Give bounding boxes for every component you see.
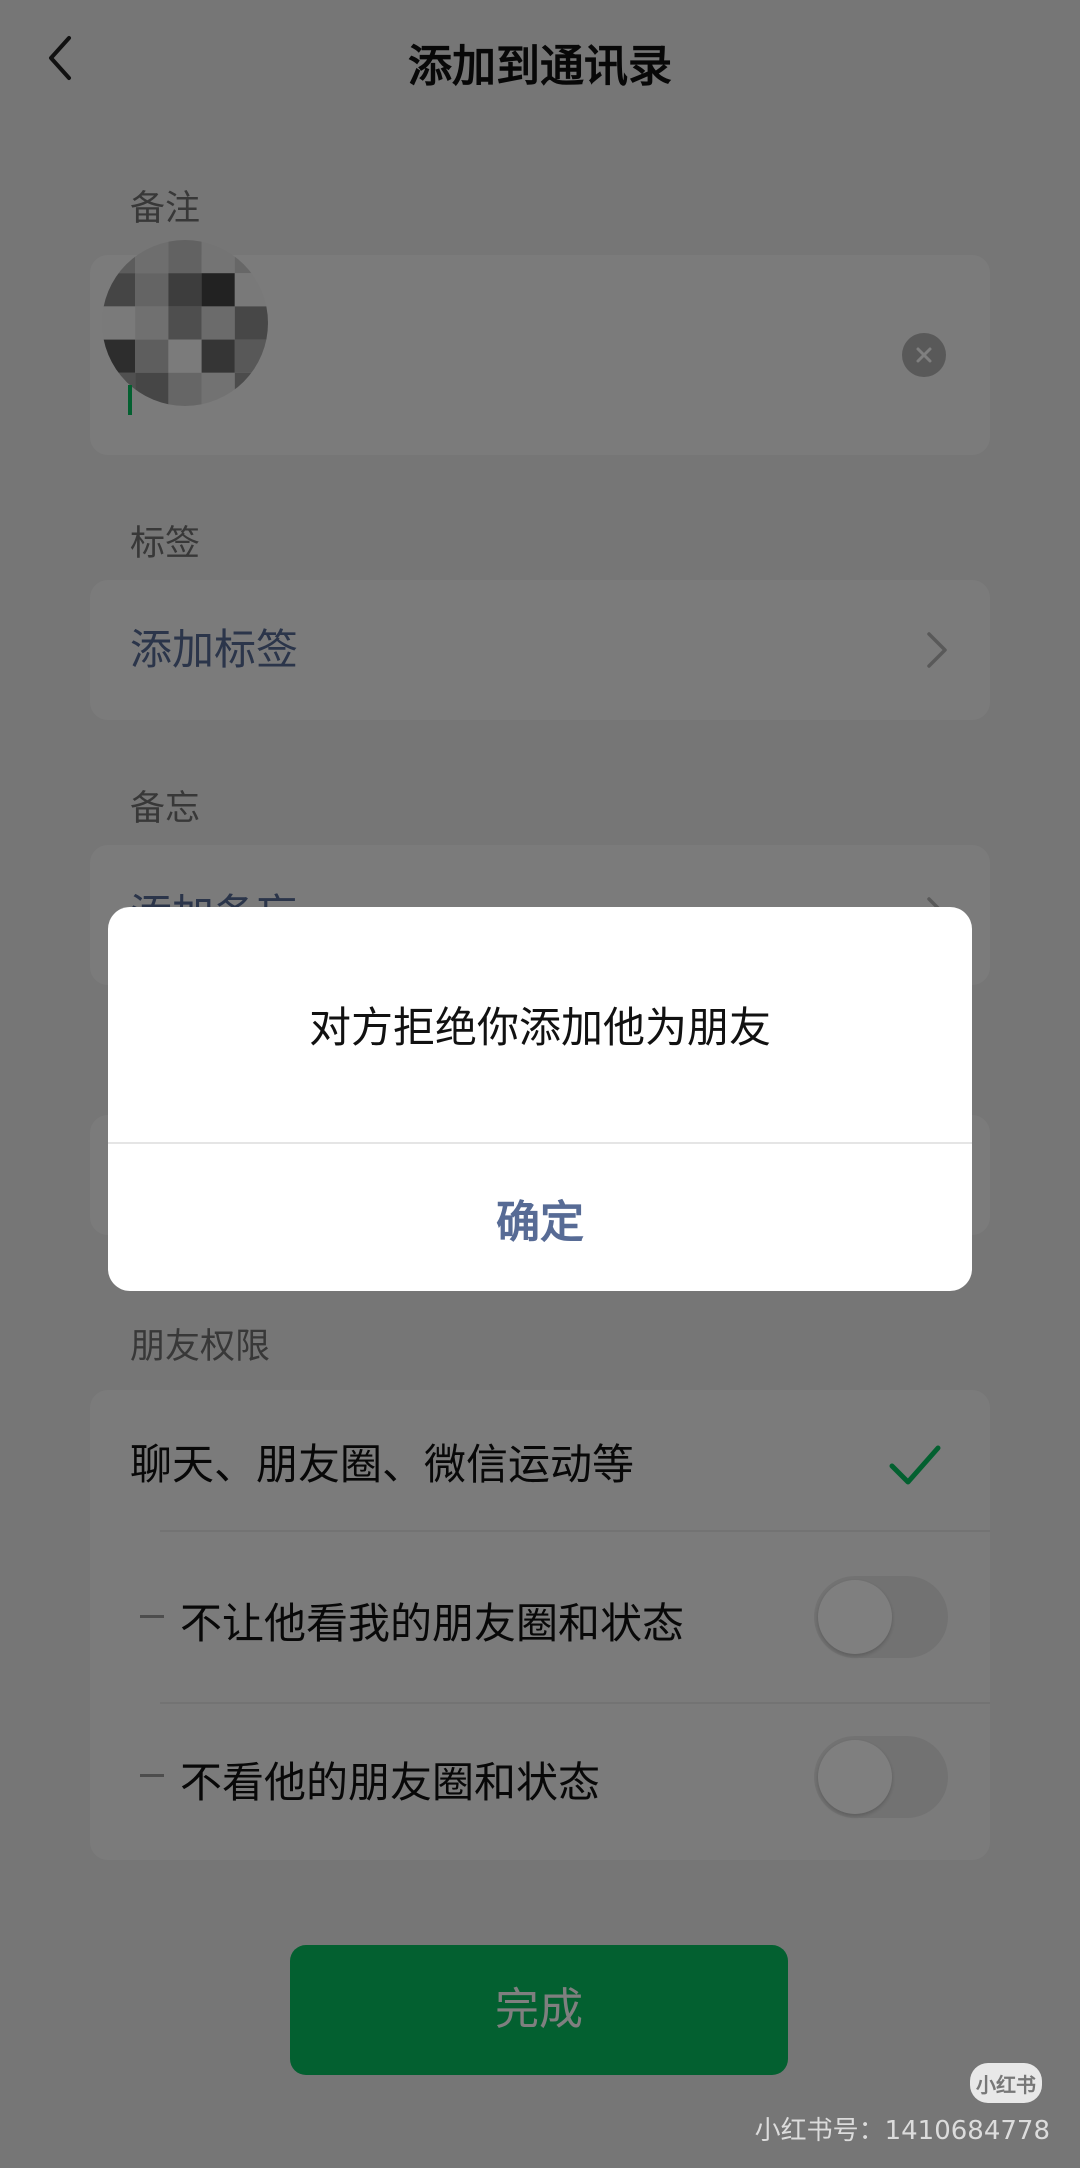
add-contact-page: 添加到通讯录 备注 标签 添加标签 备忘 添加备忘 xyxy=(0,0,1080,2168)
watermark-logo: 小红书 xyxy=(970,2063,1042,2103)
confirm-button[interactable]: 确定 xyxy=(108,1144,972,1291)
dialog-message: 对方拒绝你添加他为朋友 xyxy=(308,1003,771,1052)
alert-dialog: 对方拒绝你添加他为朋友 确定 xyxy=(108,907,972,1291)
watermark-id: 小红书号：1410684778 xyxy=(754,2116,1050,2146)
